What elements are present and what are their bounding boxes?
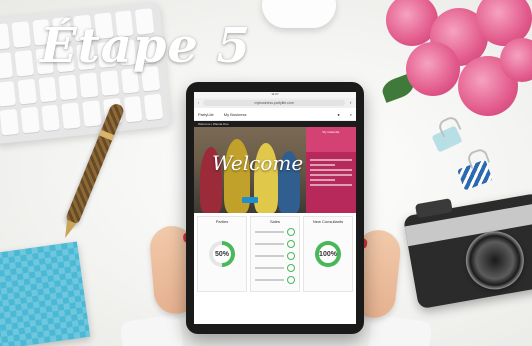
back-icon[interactable]: ‹ bbox=[198, 101, 199, 105]
url-text: mybusiness.partylite.com bbox=[254, 101, 294, 105]
hero-welcome-text: Welcome bbox=[212, 151, 304, 175]
cart-icon[interactable]: ● bbox=[337, 112, 339, 117]
notebook bbox=[0, 241, 91, 346]
parties-gauge: 50% bbox=[209, 241, 235, 267]
headline: Étape 5 bbox=[40, 18, 252, 74]
address-bar[interactable]: mybusiness.partylite.com bbox=[203, 100, 346, 106]
gauge-value: 100% bbox=[319, 245, 337, 263]
site-nav: PartyLite My Business ● ⌕ bbox=[194, 108, 356, 121]
hero-image: Welcome bbox=[194, 127, 306, 213]
search-icon[interactable]: ⌕ bbox=[350, 112, 352, 117]
new-consultants-card[interactable]: New Consultants 100% bbox=[303, 216, 353, 292]
camera-lens bbox=[461, 226, 529, 294]
gauge-value: 50% bbox=[213, 245, 231, 263]
hero-button[interactable] bbox=[242, 197, 258, 203]
brand-logo[interactable]: PartyLite bbox=[198, 112, 214, 117]
card-title: New Consultants bbox=[312, 219, 344, 224]
calendar-title: My Calendar bbox=[322, 130, 340, 134]
tablet-screen: 11:07 ‹ mybusiness.partylite.com ⇧ Party… bbox=[194, 92, 356, 324]
parties-card[interactable]: Parties 50% bbox=[197, 216, 247, 292]
calendar-card[interactable]: My Calendar bbox=[306, 127, 356, 213]
tablet: 11:07 ‹ mybusiness.partylite.com ⇧ Party… bbox=[186, 82, 364, 334]
consultants-gauge: 100% bbox=[315, 241, 341, 267]
card-title: Parties bbox=[215, 219, 229, 224]
browser-bar: ‹ mybusiness.partylite.com ⇧ bbox=[194, 98, 356, 108]
stats-cards: Parties 50% Sales New Consultants 100% bbox=[194, 213, 356, 295]
sleeve bbox=[367, 314, 433, 346]
mouse bbox=[262, 0, 336, 28]
hero: Welcome My Calendar bbox=[194, 127, 356, 213]
card-title: Sales bbox=[269, 219, 280, 224]
camera bbox=[402, 192, 532, 310]
sales-card[interactable]: Sales bbox=[250, 216, 300, 292]
status-time: 11:07 bbox=[271, 92, 279, 96]
pink-flowers bbox=[372, 0, 532, 118]
desk-scene: Étape 5 11:07 ‹ mybusiness.partylite.com… bbox=[0, 0, 532, 346]
sleeve bbox=[119, 314, 185, 346]
share-icon[interactable]: ⇧ bbox=[349, 101, 352, 105]
nav-my-business[interactable]: My Business bbox=[224, 112, 247, 117]
welcome-strip-text: Welcome | Wanda Doe bbox=[198, 122, 229, 126]
